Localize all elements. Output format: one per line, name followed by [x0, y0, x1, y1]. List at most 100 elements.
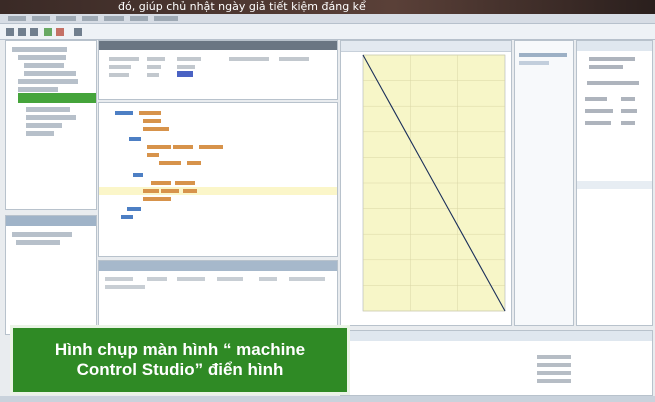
grid-cell[interactable]	[279, 57, 309, 61]
code-token	[151, 181, 171, 185]
grid-cell[interactable]	[147, 57, 165, 61]
property-row[interactable]	[621, 121, 635, 125]
settings-icon[interactable]	[74, 28, 82, 36]
tree-item[interactable]	[26, 123, 62, 128]
code-token	[161, 189, 179, 193]
caption-line-2: Control Studio” điển hình	[76, 360, 284, 379]
property-row[interactable]	[585, 97, 607, 101]
code-token	[187, 161, 201, 165]
code-token	[159, 161, 181, 165]
properties-subheader	[577, 181, 652, 189]
watch-panel	[98, 260, 338, 332]
code-token	[147, 153, 159, 157]
code-token	[143, 119, 161, 123]
tree-item[interactable]	[18, 87, 58, 92]
code-token	[183, 189, 197, 193]
watch-row[interactable]	[217, 277, 243, 281]
caption-line-1: Hình chụp màn hình “ machine	[54, 340, 306, 359]
grid-cell[interactable]	[177, 57, 201, 61]
grid-cell[interactable]	[147, 65, 161, 69]
code-token	[121, 215, 133, 219]
menu-item[interactable]	[32, 16, 50, 21]
tree-item[interactable]	[26, 115, 76, 120]
property-row[interactable]	[621, 97, 635, 101]
tree-item[interactable]	[24, 63, 64, 68]
tree-item[interactable]	[24, 71, 76, 76]
code-token	[129, 137, 141, 141]
code-token	[143, 197, 171, 201]
code-editor[interactable]	[98, 102, 338, 257]
code-token	[175, 181, 195, 185]
menu-item[interactable]	[130, 16, 148, 21]
menu-item[interactable]	[154, 16, 178, 21]
watch-row[interactable]	[105, 277, 133, 281]
property-row[interactable]	[589, 57, 635, 61]
highlighted-line	[99, 187, 337, 195]
run-icon[interactable]	[44, 28, 52, 36]
tree-item-selected[interactable]	[18, 93, 96, 103]
tree-item[interactable]	[18, 55, 66, 60]
menu-item[interactable]	[82, 16, 98, 21]
watch-row[interactable]	[105, 285, 145, 289]
code-token	[173, 145, 193, 149]
output-row[interactable]	[537, 371, 571, 375]
legend-item[interactable]	[519, 61, 549, 65]
object-properties-header	[577, 41, 652, 51]
menu-item[interactable]	[104, 16, 124, 21]
code-token	[115, 111, 133, 115]
stop-icon[interactable]	[56, 28, 64, 36]
grid-cell-selected[interactable]	[177, 71, 193, 77]
toolbar	[0, 24, 655, 40]
open-icon[interactable]	[18, 28, 26, 36]
trend-chart-panel	[340, 40, 512, 326]
property-row[interactable]	[587, 81, 639, 85]
property-row[interactable]	[589, 65, 623, 69]
code-token	[143, 127, 169, 131]
legend-panel	[514, 40, 574, 326]
menu-bar	[0, 14, 655, 24]
properties-row[interactable]	[16, 240, 60, 245]
grid-cell[interactable]	[109, 57, 139, 61]
new-icon[interactable]	[6, 28, 14, 36]
code-token	[199, 145, 223, 149]
object-properties-panel	[576, 40, 653, 326]
trend-chart	[362, 54, 506, 312]
top-banner-text: đó, giúp chủ nhật ngày giả tiết kiệm đán…	[118, 0, 366, 13]
caption-box: Hình chụp màn hình “ machine Control Stu…	[10, 325, 350, 395]
tree-item[interactable]	[26, 131, 54, 136]
grid-cell[interactable]	[177, 65, 195, 69]
variables-grid	[98, 40, 338, 100]
project-tree-panel	[5, 40, 97, 210]
grid-cell[interactable]	[109, 73, 129, 77]
properties-row[interactable]	[12, 232, 72, 237]
code-token	[143, 189, 159, 193]
code-token	[147, 145, 171, 149]
watch-row[interactable]	[289, 277, 325, 281]
grid-cell[interactable]	[229, 57, 269, 61]
property-row[interactable]	[585, 109, 613, 113]
watch-panel-header	[99, 261, 337, 271]
watch-row[interactable]	[177, 277, 205, 281]
watch-row[interactable]	[147, 277, 167, 281]
save-icon[interactable]	[30, 28, 38, 36]
output-row[interactable]	[537, 379, 571, 383]
watch-row[interactable]	[259, 277, 277, 281]
output-panel	[340, 330, 653, 396]
legend-item[interactable]	[519, 53, 567, 57]
menu-item[interactable]	[8, 16, 26, 21]
property-row[interactable]	[621, 109, 637, 113]
properties-panel	[5, 215, 97, 335]
output-row[interactable]	[537, 363, 571, 367]
tree-item[interactable]	[26, 107, 70, 112]
tree-item[interactable]	[12, 47, 67, 52]
output-panel-header	[341, 331, 652, 341]
code-token	[127, 207, 141, 211]
grid-cell[interactable]	[147, 73, 159, 77]
grid-cell[interactable]	[109, 65, 131, 69]
output-row[interactable]	[537, 355, 571, 359]
code-token	[133, 173, 143, 177]
tree-item[interactable]	[18, 79, 78, 84]
property-row[interactable]	[585, 121, 611, 125]
menu-item[interactable]	[56, 16, 76, 21]
properties-header	[6, 216, 96, 226]
